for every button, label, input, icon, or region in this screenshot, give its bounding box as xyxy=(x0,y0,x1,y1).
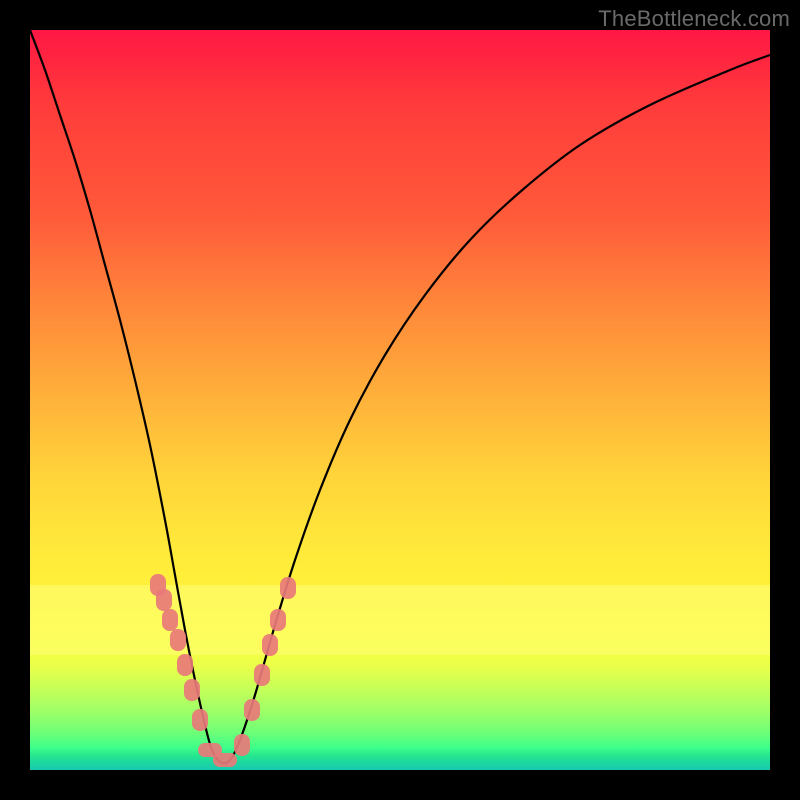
curve-marker xyxy=(213,753,237,767)
curve-marker xyxy=(244,699,260,721)
curve-marker xyxy=(170,629,186,651)
curve-marker xyxy=(270,609,286,631)
curve-marker xyxy=(177,654,193,676)
chart-frame: TheBottleneck.com xyxy=(0,0,800,800)
curve-marker xyxy=(234,734,250,756)
bottleneck-curve xyxy=(30,30,770,763)
curve-marker xyxy=(254,664,270,686)
curve-marker xyxy=(280,577,296,599)
watermark-text: TheBottleneck.com xyxy=(598,6,790,32)
curve-marker xyxy=(192,709,208,731)
curve-markers xyxy=(150,574,296,767)
curve-marker xyxy=(156,589,172,611)
curve-marker xyxy=(184,679,200,701)
curve-marker xyxy=(262,634,278,656)
curve-marker xyxy=(162,609,178,631)
plot-area xyxy=(30,30,770,770)
curve-layer xyxy=(30,30,770,770)
